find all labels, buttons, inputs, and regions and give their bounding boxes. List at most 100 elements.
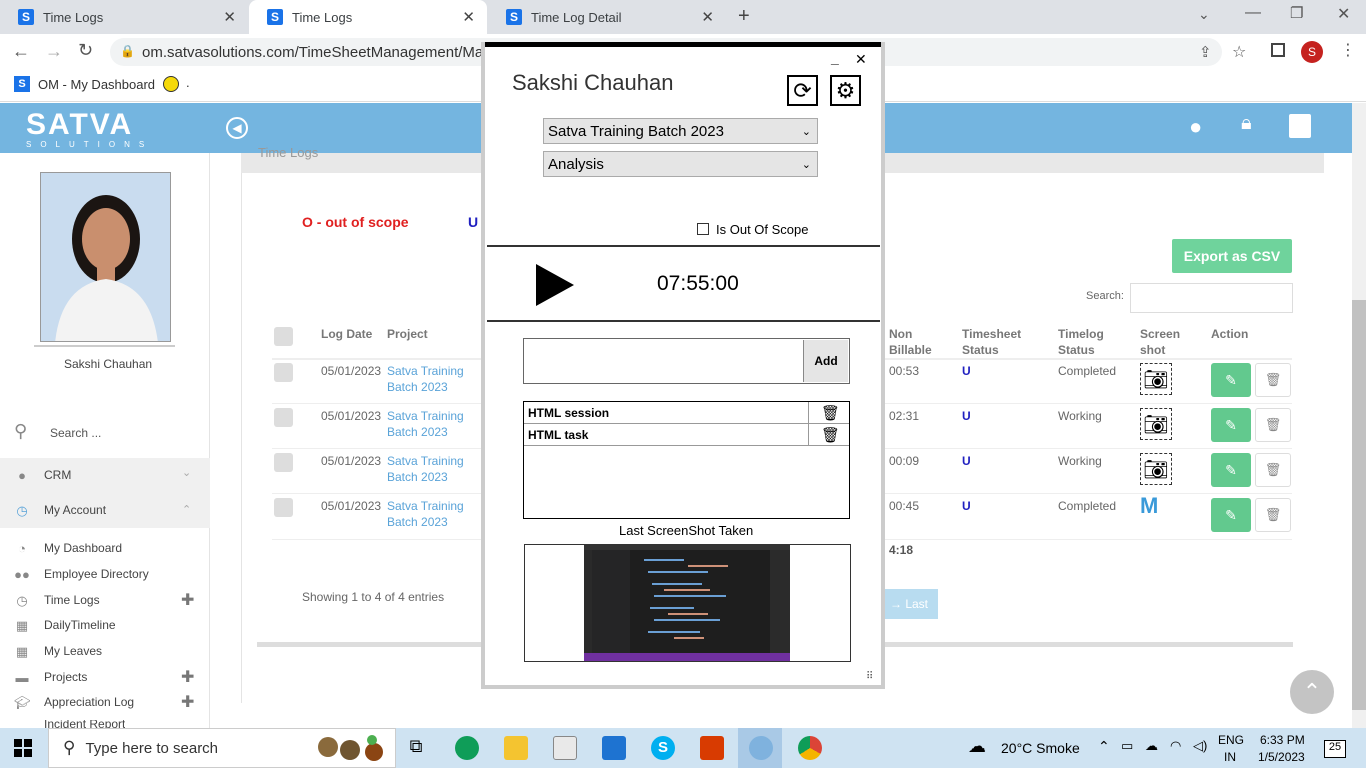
sidebar-item-incident-report[interactable]: Incident Report [14,720,125,728]
weather-icon[interactable]: ☁ [968,736,986,757]
forward-icon[interactable]: → [45,41,63,62]
camera-icon[interactable]: 📷︎ [1140,363,1172,395]
share-icon[interactable]: ⇪ [1199,43,1212,61]
edit-button[interactable]: ✎ [1211,408,1251,442]
col-log-date[interactable]: Log Date [321,326,376,342]
bookmark-dot[interactable]: . [186,75,190,90]
clock-date[interactable]: 1/5/2023 [1258,750,1305,764]
url-text[interactable]: om.satvasolutions.com/TimeSheetManagemen… [142,44,508,61]
col-timesheet-status[interactable]: Timesheet Status [962,326,1032,358]
scroll-top-button[interactable]: ⌃ [1290,670,1334,714]
dialog-close-button[interactable]: ✕ [855,51,867,68]
last-screenshot-image[interactable] [584,545,790,661]
table-search-input[interactable] [1130,283,1293,313]
camera-icon[interactable]: 📷︎ [1140,408,1172,440]
skype-icon[interactable]: S [651,736,675,760]
chrome-icon[interactable] [798,736,822,760]
sidebar-item-employee-directory[interactable]: ●● Employee Directory [14,567,149,582]
task-name-input[interactable] [523,338,850,384]
delete-button[interactable]: 🗑︎ [1255,453,1291,487]
sidebar-item-dailytimeline[interactable]: ▦ DailyTimeline [14,618,116,633]
pagination-last-button[interactable]: → Last [880,589,938,619]
row-project-link[interactable]: Satva Training Batch 2023 [387,453,472,485]
user-profile-icon[interactable]: ● [1189,114,1202,140]
minimize-window-icon[interactable]: — [1245,4,1261,22]
lock-icon[interactable]: 🔒 [120,44,135,58]
language-in[interactable]: IN [1224,750,1236,764]
restore-window-icon[interactable]: ❐ [1290,4,1303,22]
close-tab-icon[interactable]: ✕ [701,8,714,26]
profile-avatar[interactable]: S [1301,41,1323,63]
language-eng[interactable]: ENG [1218,733,1244,747]
refresh-icon[interactable]: ⟳ [787,75,818,106]
close-tab-icon[interactable]: ✕ [223,8,236,26]
edge-icon[interactable] [455,736,479,760]
tab-search-icon[interactable]: ⌄ [1198,6,1210,23]
task-view-icon[interactable]: ⧉ [404,736,428,760]
add-time-log-icon[interactable]: ✚ [181,590,194,610]
mail-icon[interactable] [602,736,626,760]
edit-button[interactable]: ✎ [1211,498,1251,532]
sidebar-section-crm[interactable]: ● CRM [14,468,71,483]
bookmark-om-dashboard[interactable]: OM - My Dashboard [38,77,155,92]
delete-button[interactable]: 🗑︎ [1255,363,1291,397]
reload-icon[interactable]: ↻ [78,40,93,61]
sidebar-search-input[interactable]: Search ... [50,426,101,440]
sidebar-item-time-logs[interactable]: ◷ Time Logs [14,593,99,608]
col-project[interactable]: Project [387,326,428,342]
page-scrollbar-thumb[interactable] [1352,300,1366,710]
windows-start-icon[interactable] [14,739,32,757]
sidepanel-icon[interactable] [1271,43,1285,57]
edit-button[interactable]: ✎ [1211,363,1251,397]
tab-time-logs-1[interactable]: S Time Logs ✕ [0,0,248,34]
wifi-icon[interactable]: ◠ [1170,738,1181,754]
trash-icon[interactable]: 🗑︎ [821,404,840,422]
sidebar-toggle-icon[interactable]: ◀ [226,117,248,139]
tab-time-log-detail[interactable]: S Time Log Detail ✕ [488,0,726,34]
file-explorer-icon[interactable] [504,736,528,760]
back-icon[interactable]: ← [12,41,30,62]
col-action[interactable]: Action [1211,326,1248,342]
sidebar-item-appreciation-log[interactable]: 🎓︎ Appreciation Log [14,695,134,710]
office-icon[interactable] [700,736,724,760]
chevron-up-icon[interactable]: ⌃ [1098,738,1110,755]
camera-icon[interactable]: 📷︎ [1140,453,1172,485]
delete-button[interactable]: 🗑︎ [1255,408,1291,442]
store-icon[interactable] [553,736,577,760]
row-screenshot-m[interactable]: M [1140,493,1158,519]
logout-icon[interactable] [1289,114,1311,138]
clock-time[interactable]: 6:33 PM [1260,733,1305,747]
project-select[interactable]: Satva Training Batch 2023 ⌄ [543,118,818,144]
add-appreciation-icon[interactable]: ✚ [181,692,194,712]
sidebar-section-my-account[interactable]: ◷ My Account [14,503,106,518]
tab-time-logs-2[interactable]: S Time Logs ✕ [249,0,487,34]
weather-text[interactable]: 20°C Smoke [1001,740,1080,756]
row-checkbox[interactable] [274,363,293,382]
task-select[interactable]: Analysis ⌄ [543,151,818,177]
sidebar-item-my-dashboard[interactable]: ◔ My Dashboard [14,541,122,556]
sidebar-item-projects[interactable]: ▬ Projects [14,670,88,685]
edit-button[interactable]: ✎ [1211,453,1251,487]
play-icon[interactable] [536,264,574,306]
row-checkbox[interactable] [274,408,293,427]
timer-app-icon[interactable] [749,736,773,760]
settings-gear-icon[interactable]: ⚙ [830,75,861,106]
row-project-link[interactable]: Satva Training Batch 2023 [387,498,472,530]
col-screenshot[interactable]: Screen shot [1140,326,1185,358]
menu-dots-icon[interactable]: ⋮ [1340,40,1356,60]
row-checkbox[interactable] [274,453,293,472]
add-project-icon[interactable]: ✚ [181,667,194,687]
row-checkbox[interactable] [274,498,293,517]
row-project-link[interactable]: Satva Training Batch 2023 [387,363,472,395]
col-timelog-status[interactable]: Timelog Status [1058,326,1118,358]
resize-grip-icon[interactable]: ⠿ [866,671,873,682]
network-icon[interactable]: ☁ [1145,738,1158,754]
trash-icon[interactable]: 🗑︎ [821,426,840,444]
new-tab-icon[interactable]: + [738,5,750,28]
device-icon[interactable]: ▭ [1121,738,1133,754]
bookmark-smiley-icon[interactable] [163,76,179,92]
out-of-scope-checkbox[interactable] [697,223,709,235]
close-tab-icon[interactable]: ✕ [462,8,475,26]
row-project-link[interactable]: Satva Training Batch 2023 [387,408,472,440]
volume-icon[interactable]: ◁) [1193,738,1207,754]
